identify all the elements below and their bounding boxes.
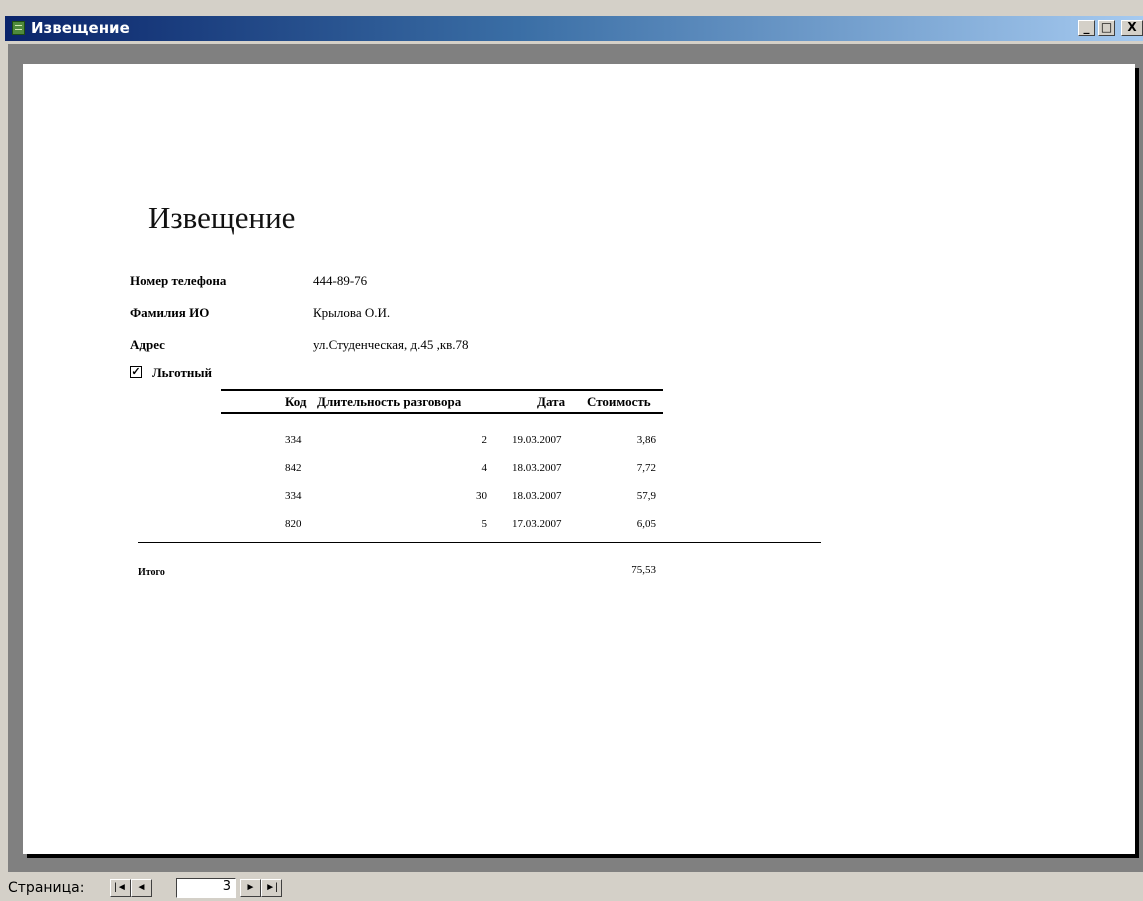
col-header-cost: Стоимость [587, 394, 651, 409]
table-cell-code: 334 [285, 434, 302, 446]
table-cell-duration: 30 [476, 490, 487, 502]
total-label: Итого [138, 567, 165, 578]
report-icon [12, 21, 25, 35]
page-number-input[interactable]: 3 [176, 878, 236, 898]
maximize-button[interactable]: □ [1098, 20, 1115, 36]
next-page-button[interactable]: ► [240, 879, 261, 897]
table-cell-cost: 6,05 [636, 518, 656, 530]
table-cell-cost: 3,86 [636, 434, 656, 446]
table-header-rule [221, 412, 663, 414]
phone-label: Номер телефона [130, 273, 227, 288]
col-header-duration: Длительность разговора [317, 394, 462, 409]
address-value: ул.Студенческая, д.45 ,кв.78 [313, 337, 469, 352]
table-cell-code: 820 [285, 518, 302, 530]
table-cell-duration: 2 [481, 434, 488, 446]
report-title: Извещение [148, 200, 296, 235]
report-page: Извещение Номер телефона 444-89-76 Фамил… [23, 64, 1135, 854]
table-top-rule [221, 389, 663, 391]
phone-value: 444-89-76 [313, 273, 368, 288]
preview-area[interactable]: Извещение Номер телефона 444-89-76 Фамил… [8, 44, 1143, 872]
col-header-date: Дата [537, 394, 566, 409]
table-cell-date: 18.03.2007 [512, 462, 562, 474]
total-value: 75,53 [631, 564, 656, 576]
close-button[interactable]: X [1121, 20, 1143, 36]
discount-checkbox-label: Льготный [152, 365, 212, 380]
name-label: Фамилия ИО [130, 305, 210, 320]
table-cell-date: 18.03.2007 [512, 490, 562, 502]
page-label: Страница: [8, 880, 85, 896]
table-cell-code: 842 [285, 462, 302, 474]
previous-page-button[interactable]: ◄ [131, 879, 152, 897]
table-cell-duration: 4 [481, 462, 488, 474]
window-title: Извещение [31, 19, 130, 37]
table-cell-cost: 57,9 [636, 490, 656, 502]
report-window: Извещение _ □ X Извещение Номер телефона… [0, 0, 1143, 901]
table-cell-duration: 5 [481, 518, 488, 530]
table-cell-date: 17.03.2007 [512, 518, 562, 530]
page-navigation-bar: Страница: |◄ ◄ 3 ► ►| [0, 876, 1143, 901]
col-header-code: Код [285, 394, 307, 409]
minimize-button[interactable]: _ [1078, 20, 1095, 36]
total-rule [138, 542, 821, 543]
last-page-button[interactable]: ►| [261, 879, 282, 897]
first-page-button[interactable]: |◄ [110, 879, 131, 897]
address-label: Адрес [130, 337, 165, 352]
table-cell-code: 334 [285, 490, 302, 502]
title-bar[interactable]: Извещение _ □ X [5, 16, 1143, 41]
table-cell-cost: 7,72 [636, 462, 656, 474]
table-cell-date: 19.03.2007 [512, 434, 562, 446]
discount-checkbox: ✓ [130, 366, 142, 378]
name-value: Крылова О.И. [313, 305, 391, 320]
